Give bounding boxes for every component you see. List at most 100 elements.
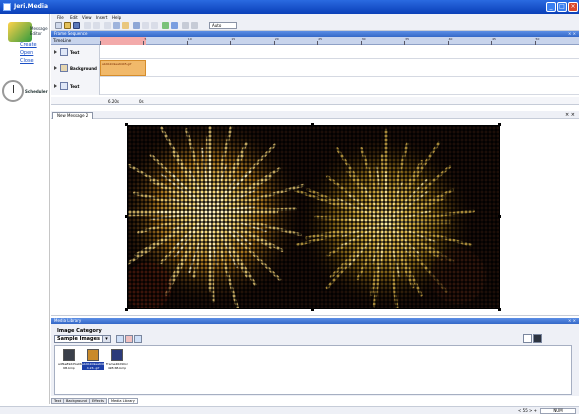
message-editor-label[interactable]: Message Editor — [30, 26, 49, 36]
thumbnail-list: a4fbe89d25a06 6B.bmp ab4b1b9ea6405 4.26 .g… — [54, 345, 572, 395]
media-item-label: Frame46d90cc 4kB 6B.bmp — [106, 362, 129, 370]
delete-image-icon[interactable] — [125, 335, 133, 343]
send-icon[interactable] — [171, 22, 178, 29]
tab-effects[interactable]: Effects — [89, 398, 107, 404]
play-icon[interactable] — [142, 22, 149, 29]
message-canvas-area — [51, 119, 579, 316]
tab-background[interactable]: Background — [63, 398, 90, 404]
new-icon[interactable] — [55, 22, 62, 29]
timeline-tick-label: 10 — [187, 37, 192, 41]
timeline-tick-label: 20 — [274, 37, 279, 41]
track-row[interactable]: Text — [51, 45, 579, 59]
tab-media-library[interactable]: Media Library — [108, 398, 138, 404]
insert-text-icon[interactable] — [133, 22, 140, 29]
frame-readout: 0s — [139, 99, 144, 104]
open-icon[interactable] — [64, 22, 71, 29]
expand-arrow-icon[interactable] — [54, 66, 57, 70]
resize-handle[interactable] — [498, 123, 501, 126]
background-layer-icon — [60, 64, 68, 72]
import-image-icon[interactable] — [116, 335, 124, 343]
timeline-tick-label: 15 — [231, 37, 236, 41]
timeline-ticks: 5 10 15 20 25 30 35 40 45 50 — [100, 37, 578, 45]
left-nav: Message Editor Create Open Close Schedul… — [0, 14, 50, 404]
track-header: Text — [51, 77, 100, 95]
close-button[interactable]: × — [568, 2, 578, 12]
timeline-status: 6.20s 0s — [51, 97, 579, 105]
led-dot-grid — [128, 126, 499, 308]
nav-close-link[interactable]: Close — [20, 58, 34, 64]
window-title: Jeri.Media — [14, 3, 49, 10]
chevron-down-icon[interactable]: ▾ — [102, 335, 111, 343]
thumbnail-image — [63, 349, 75, 361]
tab-new-message[interactable]: New Message 2 — [52, 112, 94, 119]
nav-open-link[interactable]: Open — [20, 50, 33, 56]
resize-handle[interactable] — [125, 123, 128, 126]
timeline-tick-label: 35 — [405, 37, 409, 41]
app-icon — [3, 3, 11, 11]
num-lock-indicator: NUM — [540, 408, 576, 414]
close-tab-icon[interactable]: × × — [565, 112, 575, 118]
scheduler-clock-icon[interactable] — [2, 80, 24, 102]
track-header: Background — [51, 59, 100, 77]
track-name: Background — [70, 66, 97, 71]
paste-icon[interactable] — [122, 22, 129, 29]
media-item-label: ab4b1b9ea6405 4.26 .gif — [82, 362, 107, 370]
duration-readout: 6.20s — [108, 99, 119, 104]
redo-icon[interactable] — [93, 22, 100, 29]
timeline-tick-label: 40 — [448, 37, 453, 41]
list-view-icon[interactable] — [523, 334, 532, 343]
scheduler-label[interactable]: Scheduler — [25, 89, 48, 94]
timeline-tick-label: 50 — [535, 37, 540, 41]
timeline-tick-label: 5 — [144, 37, 147, 41]
media-library-panel: Image Category Sample Images ▾ a4fbe89d2… — [51, 324, 579, 396]
maximize-button[interactable]: □ — [557, 2, 567, 12]
text-layer-icon — [60, 82, 68, 90]
timeline-ruler[interactable]: TimeLine 5 10 15 20 25 30 35 40 45 50 — [51, 37, 579, 45]
timeline-tick-label: 25 — [318, 37, 323, 41]
toolbar: Auto — [51, 20, 579, 31]
status-bar: < 55 > + NUM — [0, 406, 579, 414]
background-clip[interactable]: ab4b1b9ea6405.gif — [100, 60, 146, 76]
app-window: Jeri.Media _ □ × Message Editor Create O… — [0, 0, 579, 414]
resize-handle[interactable] — [311, 123, 314, 126]
timeline-label: TimeLine — [53, 38, 72, 43]
zoom-select[interactable]: Auto — [209, 22, 237, 29]
save-icon[interactable] — [73, 22, 80, 29]
resize-handle[interactable] — [311, 308, 314, 311]
track-name: Text — [70, 84, 80, 89]
timeline-tick-label: 30 — [361, 37, 366, 41]
message-editor-icon[interactable] — [8, 22, 32, 42]
track-row[interactable]: Text — [51, 77, 579, 95]
copy-icon[interactable] — [113, 22, 120, 29]
thumbnail-image — [87, 349, 99, 361]
expand-arrow-icon[interactable] — [54, 50, 57, 54]
track-row[interactable]: Background ab4b1b9ea6405.gif — [51, 59, 579, 77]
stop-icon[interactable] — [151, 22, 158, 29]
resize-handle[interactable] — [125, 215, 128, 218]
text-layer-icon — [60, 48, 68, 56]
undo-icon[interactable] — [84, 22, 91, 29]
expand-arrow-icon[interactable] — [54, 84, 57, 88]
refresh-icon[interactable] — [134, 335, 142, 343]
resize-handle[interactable] — [125, 308, 128, 311]
timeline-tick-label: 45 — [492, 37, 496, 41]
resize-handle[interactable] — [498, 308, 501, 311]
frame-sequence-title: Frame Sequence — [54, 31, 88, 36]
resize-handle[interactable] — [498, 215, 501, 218]
preview-icon[interactable] — [162, 22, 169, 29]
cut-icon[interactable] — [104, 22, 111, 29]
message-tabstrip: New Message 2 × × — [51, 111, 579, 119]
media-library-title: Media Library — [54, 318, 82, 323]
grid-view-icon[interactable] — [533, 334, 542, 343]
track-header: Text — [51, 45, 100, 59]
zoom-in-icon[interactable] — [191, 22, 198, 29]
zoom-out-icon[interactable] — [182, 22, 189, 29]
nav-create-link[interactable]: Create — [20, 42, 37, 48]
image-category-label: Image Category — [57, 328, 102, 334]
thumbnail-image — [111, 349, 123, 361]
minimize-button[interactable]: _ — [546, 2, 556, 12]
led-message-canvas[interactable] — [127, 125, 500, 309]
bottom-tabs: Text Background Effects Media Library — [51, 398, 579, 405]
zoom-indicator[interactable]: < 55 > + — [518, 408, 537, 413]
title-bar: Jeri.Media _ □ × — [0, 0, 579, 14]
